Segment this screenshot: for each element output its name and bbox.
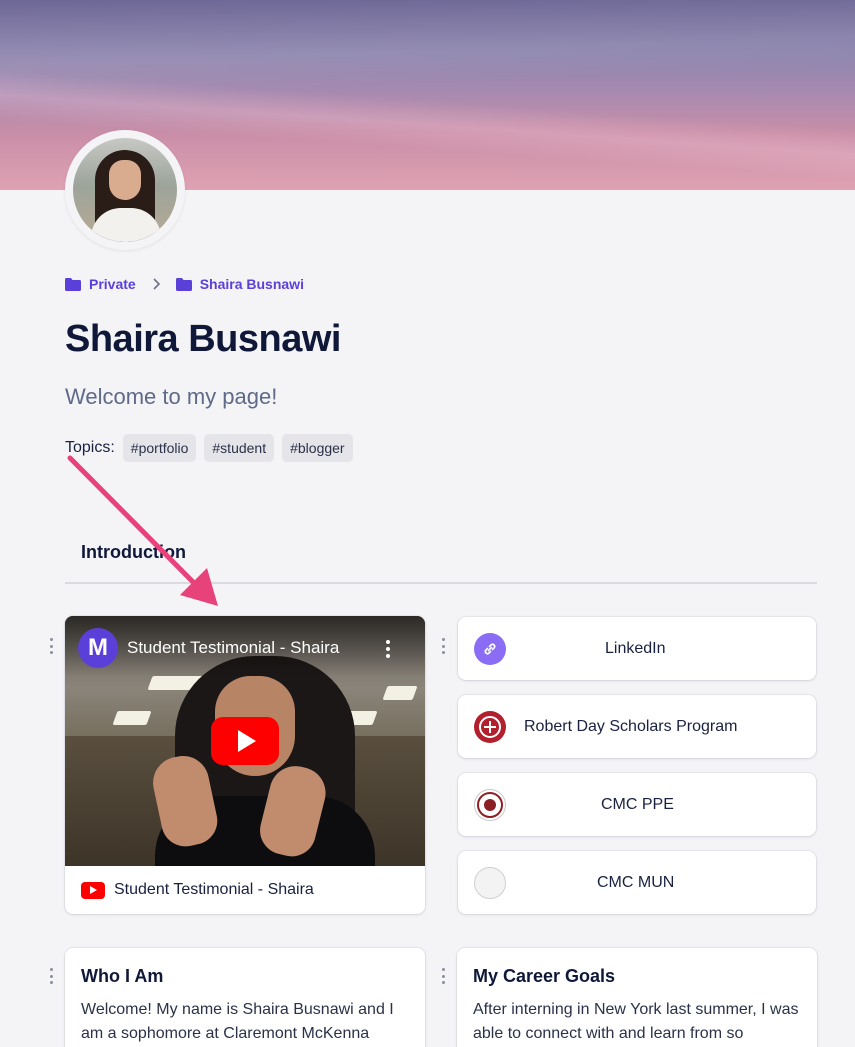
topics-row: Topics: #portfolio #student #blogger [65,434,353,462]
avatar-photo [73,138,177,242]
link-card-cmc-mun[interactable]: CMC MUN [458,851,816,914]
page-subtitle: Welcome to my page! [65,384,278,409]
link-label: LinkedIn [605,639,666,657]
drag-handle-icon[interactable] [440,968,446,984]
play-button[interactable] [211,717,279,765]
video-player[interactable]: M Student Testimonial - Shaira [65,616,425,866]
video-caption[interactable]: Student Testimonial - Shaira [81,881,314,899]
topic-tag[interactable]: #blogger [282,434,353,462]
channel-letter: M [88,634,108,661]
video-title-overlay[interactable]: Student Testimonial - Shaira [127,638,339,658]
tab-introduction[interactable]: Introduction [81,542,186,563]
career-goals-card[interactable]: My Career Goals After interning in New Y… [457,948,817,1047]
card-body: Welcome! My name is Shaira Busnawi and I… [81,1001,394,1042]
breadcrumb-label: Shaira Busnawi [199,276,304,292]
card-body: After interning in New York last summer,… [473,1001,799,1042]
topic-tag[interactable]: #student [204,434,275,462]
link-label: Robert Day Scholars Program [524,717,738,735]
chevron-right-icon [152,278,162,290]
link-card-robert-day[interactable]: Robert Day Scholars Program [458,695,816,758]
card-title: Who I Am [81,966,164,986]
topics-label: Topics: [65,439,115,456]
broken-image-icon [474,867,506,899]
card-title: My Career Goals [473,966,616,986]
link-card-cmc-ppe[interactable]: CMC PPE [458,773,816,836]
drag-handle-icon[interactable] [48,968,54,984]
tab-bar: Introduction [65,538,817,584]
breadcrumb-label: Private [89,276,136,292]
drag-handle-icon[interactable] [440,638,446,654]
breadcrumb: Private Shaira Busnawi [65,276,304,292]
avatar [65,130,185,250]
video-embed-card[interactable]: M Student Testimonial - Shaira Student T… [65,616,425,914]
link-icon [474,633,506,665]
topic-tag[interactable]: #portfolio [122,434,197,462]
folder-icon [65,277,81,291]
folder-icon [175,277,192,291]
play-icon [238,730,256,752]
page-title: Shaira Busnawi [65,318,341,360]
video-caption-text: Student Testimonial - Shaira [114,881,314,898]
channel-avatar-icon[interactable]: M [78,628,118,668]
link-label: CMC MUN [597,873,675,891]
link-label: CMC PPE [601,795,674,813]
who-i-am-card[interactable]: Who I Am Welcome! My name is Shaira Busn… [65,948,425,1047]
breadcrumb-item-page[interactable]: Shaira Busnawi [175,276,304,292]
drag-handle-icon[interactable] [48,638,54,654]
more-vertical-icon[interactable] [385,640,391,658]
breadcrumb-item-private[interactable]: Private [65,276,136,292]
link-card-linkedin[interactable]: LinkedIn [458,617,816,680]
cmc-ppe-logo [474,789,506,821]
youtube-icon [81,881,105,899]
robert-day-logo [474,711,506,743]
